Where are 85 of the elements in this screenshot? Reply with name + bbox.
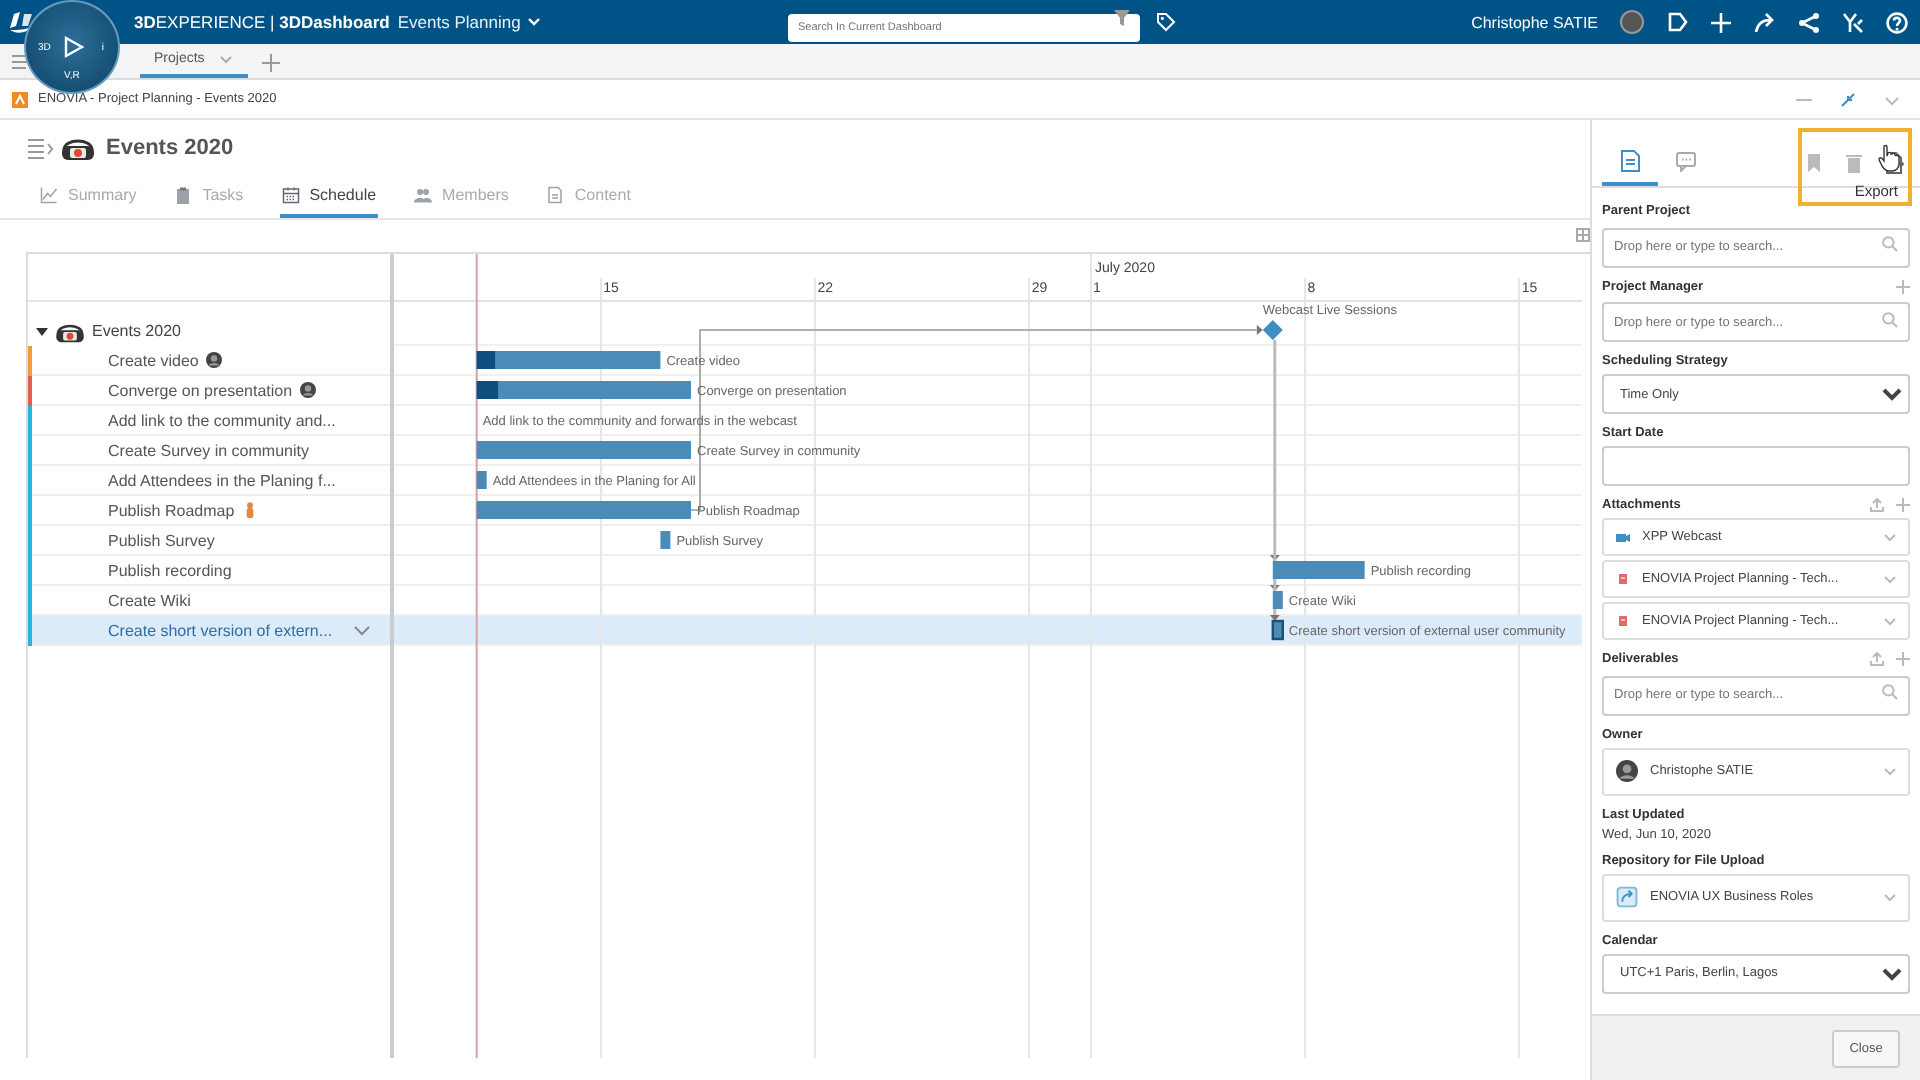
task-name: Create video — [108, 351, 199, 369]
task-row[interactable]: Converge on presentation — [28, 376, 390, 406]
tag-icon[interactable] — [1156, 12, 1176, 32]
caret-icon[interactable] — [1884, 893, 1896, 901]
sidebar-toggle-icon[interactable] — [12, 54, 32, 70]
headset-icon — [60, 134, 96, 162]
calendar-icon — [281, 186, 300, 204]
caret-icon[interactable] — [354, 626, 370, 636]
task-row[interactable]: Publish Survey — [28, 526, 390, 556]
app-icon — [12, 91, 28, 107]
help-icon[interactable] — [1886, 11, 1908, 33]
project-title: Events 2020 — [106, 136, 234, 160]
task-row[interactable]: Publish recording — [28, 556, 390, 586]
share-arrow-icon[interactable] — [1754, 11, 1776, 33]
task-name: Create Wiki — [108, 591, 191, 609]
filter-icon[interactable] — [1114, 9, 1130, 25]
avatar-icon — [206, 352, 223, 368]
caret-icon — [528, 18, 541, 26]
task-name: Add Attendees in the Planing f... — [108, 471, 336, 489]
task-row[interactable]: Add link to the community and... — [28, 406, 390, 436]
person-icon — [242, 502, 259, 518]
search-icon[interactable] — [1882, 311, 1898, 327]
avatar-icon — [300, 382, 317, 398]
task-name: Create Survey in community — [108, 441, 309, 459]
toolbar-button[interactable] — [1804, 151, 1824, 173]
document-icon — [1620, 149, 1640, 171]
export-icon — [1884, 151, 1904, 173]
task-name: Converge on presentation — [108, 381, 293, 399]
task-name: Publish recording — [108, 561, 232, 579]
video-icon — [1616, 530, 1630, 544]
logo-icon[interactable] — [8, 9, 38, 35]
list-toggle-icon[interactable] — [28, 137, 54, 159]
upload-icon[interactable] — [1870, 652, 1884, 666]
caret-icon[interactable] — [1884, 617, 1896, 625]
milestone-diamond[interactable] — [1262, 320, 1283, 340]
network-icon[interactable] — [1798, 11, 1820, 33]
task-bar[interactable] — [476, 381, 691, 399]
file-icon — [1616, 614, 1630, 628]
task-name: Create short version of extern... — [108, 621, 333, 639]
task-row[interactable]: Create video — [28, 346, 390, 376]
caret-icon — [220, 55, 233, 63]
add-tab-icon[interactable] — [262, 54, 280, 72]
play-icon — [60, 34, 86, 60]
file-icon — [1616, 572, 1630, 586]
bookmark-icon — [1804, 151, 1824, 173]
app-title: 3DEXPERIENCE | 3DDashboard — [134, 12, 390, 32]
task-row[interactable]: Add Attendees in the Planing f... — [28, 466, 390, 496]
date-field[interactable] — [1602, 446, 1910, 486]
search-icon[interactable] — [1882, 684, 1898, 700]
clipboard-icon — [174, 186, 193, 204]
people-icon — [414, 186, 433, 204]
task-name: Publish Roadmap — [108, 501, 235, 519]
caret-icon[interactable] — [1884, 767, 1896, 775]
avatar-icon[interactable] — [1620, 10, 1644, 34]
headset-icon — [54, 319, 86, 343]
task-bar[interactable] — [1272, 591, 1283, 609]
trash-icon — [1844, 151, 1864, 173]
task-name: Publish Survey — [108, 531, 215, 549]
task-bar[interactable] — [1271, 619, 1284, 641]
tools-icon[interactable] — [1842, 11, 1864, 33]
task-bar[interactable] — [660, 531, 671, 549]
caret-icon[interactable] — [1884, 91, 1900, 107]
comment-icon — [1676, 149, 1696, 171]
project-tab[interactable]: Schedule — [279, 176, 379, 218]
task-name: Add link to the community and... — [108, 411, 336, 429]
grid-icon[interactable] — [1576, 228, 1590, 242]
caret-icon[interactable] — [1884, 575, 1896, 583]
task-row[interactable]: Publish Roadmap — [28, 496, 390, 526]
dashboard-menu[interactable]: Events Planning — [397, 12, 541, 32]
user-name[interactable]: Christophe SATIE — [1471, 13, 1598, 31]
task-bar[interactable] — [476, 351, 661, 369]
expand-icon[interactable] — [36, 325, 48, 337]
avatar-icon — [1616, 760, 1638, 782]
search-icon[interactable] — [1882, 236, 1898, 252]
collapse-icon[interactable] — [1840, 91, 1856, 107]
document-icon — [546, 186, 565, 204]
chart-icon — [40, 186, 58, 204]
caret-icon[interactable] — [1884, 533, 1896, 541]
project-name: Events 2020 — [92, 322, 181, 340]
task-row[interactable]: Create Survey in community — [28, 436, 390, 466]
repository-icon — [1616, 886, 1638, 908]
task-row[interactable]: Create short version of extern... — [28, 616, 390, 646]
upload-icon[interactable] — [1870, 498, 1884, 512]
toolbar-button[interactable] — [1844, 151, 1864, 173]
hand-cursor-icon — [1878, 144, 1900, 172]
